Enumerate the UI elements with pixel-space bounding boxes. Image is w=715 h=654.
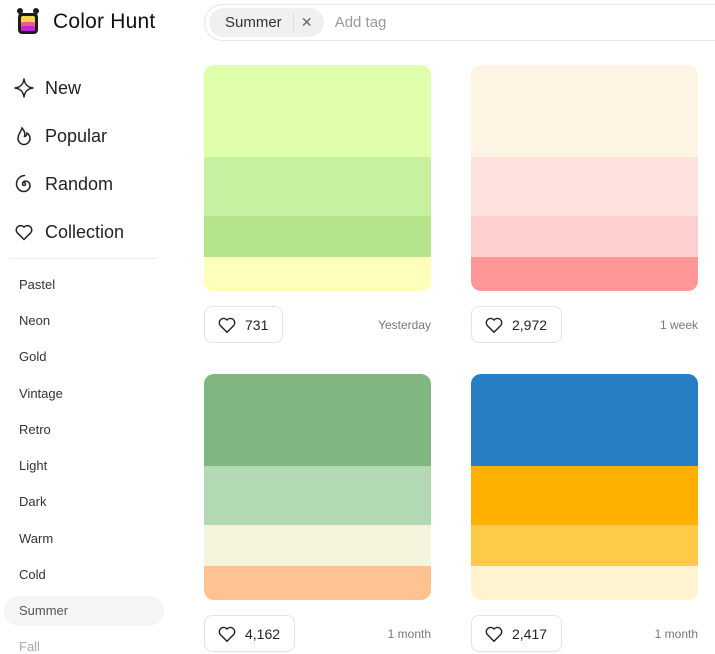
tag-item-warm[interactable]: Warm: [4, 520, 164, 556]
nav-item-popular[interactable]: Popular: [13, 112, 163, 160]
tag-item-dark[interactable]: Dark: [4, 484, 164, 520]
color-swatch[interactable]: [204, 525, 431, 566]
logo[interactable]: Color Hunt: [12, 6, 155, 38]
nav-item-label: Popular: [45, 125, 108, 146]
color-swatch[interactable]: [471, 257, 698, 291]
heart-icon: [218, 317, 236, 333]
color-swatch[interactable]: [471, 65, 698, 157]
search-tag-label: Summer: [225, 12, 294, 33]
sparkle-icon: [13, 77, 35, 99]
palette-meta: 731 Yesterday: [204, 306, 431, 343]
palette-card: 2,417 1 month: [471, 374, 698, 652]
like-count: 2,417: [512, 625, 548, 642]
palette[interactable]: [471, 65, 698, 291]
color-swatch[interactable]: [204, 257, 431, 291]
palette[interactable]: [204, 65, 431, 291]
search-tag-chip: Summer ✕: [209, 8, 324, 37]
add-tag-input[interactable]: [334, 14, 635, 31]
nav-item-label: Collection: [45, 221, 125, 242]
palette-card: 4,162 1 month: [204, 374, 431, 652]
nav-item-label: New: [45, 77, 82, 98]
tag-item-vintage[interactable]: Vintage: [4, 375, 164, 411]
palette-date: 1 month: [654, 626, 698, 641]
tag-item-cold[interactable]: Cold: [4, 556, 164, 592]
tag-item-neon[interactable]: Neon: [4, 302, 164, 338]
tag-item-retro[interactable]: Retro: [4, 411, 164, 447]
palette-meta: 2,417 1 month: [471, 615, 698, 652]
color-swatch[interactable]: [204, 216, 431, 257]
color-swatch[interactable]: [204, 65, 431, 157]
palette-card: 731 Yesterday: [204, 65, 431, 343]
color-swatch[interactable]: [471, 525, 698, 566]
palette-date: 1 week: [659, 317, 698, 332]
tag-item-gold[interactable]: Gold: [4, 339, 164, 375]
palette[interactable]: [471, 374, 698, 600]
color-swatch[interactable]: [204, 566, 431, 600]
sidebar-divider: [9, 258, 157, 259]
palette-date: 1 month: [387, 626, 431, 641]
color-swatch[interactable]: [471, 157, 698, 216]
like-count: 2,972: [512, 316, 548, 333]
tag-search-bar[interactable]: Summer ✕: [204, 4, 715, 41]
color-swatch[interactable]: [471, 374, 698, 466]
spiral-icon: [13, 173, 35, 195]
logo-text: Color Hunt: [53, 10, 156, 33]
like-button[interactable]: 2,417: [471, 615, 563, 652]
tag-item-summer[interactable]: Summer: [4, 595, 164, 626]
heart-icon: [485, 317, 503, 333]
like-button[interactable]: 2,972: [471, 306, 563, 343]
palette-card: 2,972 1 week: [471, 65, 698, 343]
nav-item-label: Random: [45, 173, 114, 194]
nav-item-new[interactable]: New: [13, 64, 163, 112]
palette-date: Yesterday: [378, 317, 431, 332]
like-button[interactable]: 731: [204, 306, 284, 343]
tag-list: Pastel Neon Gold Vintage Retro Light Dar…: [4, 266, 164, 654]
like-count: 731: [245, 316, 269, 333]
palette-meta: 4,162 1 month: [204, 615, 431, 652]
color-swatch[interactable]: [471, 216, 698, 257]
heart-icon: [218, 626, 236, 642]
like-button[interactable]: 4,162: [204, 615, 296, 652]
color-swatch[interactable]: [471, 566, 698, 600]
heart-icon: [485, 626, 503, 642]
tag-item-pastel[interactable]: Pastel: [4, 266, 164, 302]
nav-item-collection[interactable]: Collection: [13, 208, 163, 256]
tag-item-fall[interactable]: Fall: [4, 629, 164, 654]
like-count: 4,162: [245, 625, 281, 642]
color-swatch[interactable]: [471, 466, 698, 525]
nav-item-random[interactable]: Random: [13, 160, 163, 208]
flame-icon: [13, 125, 35, 147]
palette-meta: 2,972 1 week: [471, 306, 698, 343]
main-nav: New Popular Random Collection: [13, 64, 163, 256]
tag-item-light[interactable]: Light: [4, 447, 164, 483]
color-swatch[interactable]: [204, 466, 431, 525]
color-hunt-logo-icon: [17, 8, 39, 34]
close-icon[interactable]: ✕: [294, 14, 314, 31]
heart-icon: [13, 221, 35, 243]
color-swatch[interactable]: [204, 374, 431, 466]
palette[interactable]: [204, 374, 431, 600]
color-swatch[interactable]: [204, 157, 431, 216]
